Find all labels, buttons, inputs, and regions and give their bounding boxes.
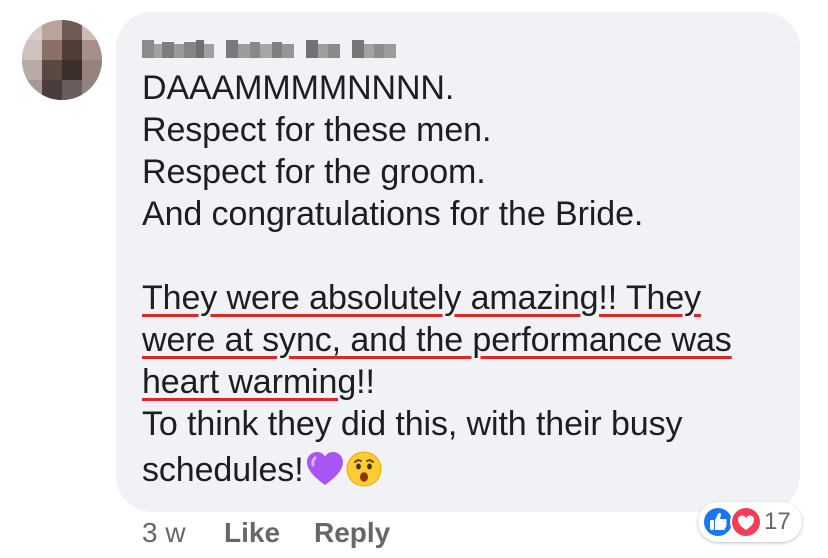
like-button[interactable]: Like: [224, 514, 280, 552]
comment-line-with-emojis: schedules!: [142, 450, 382, 496]
reaction-count: 17: [764, 508, 791, 535]
comment-line-mixed: heart warming!!: [142, 362, 375, 402]
underlined-comment-line: were at sync, and the performance was: [142, 321, 732, 359]
timestamp[interactable]: 3 w: [142, 514, 186, 552]
author-name[interactable]: Francis Denise Bee Jean: [142, 36, 488, 62]
reactions-summary[interactable]: 17: [698, 502, 802, 542]
avatar[interactable]: [22, 20, 102, 100]
love-reaction-icon: [730, 506, 762, 543]
astonished-face-icon: [346, 451, 382, 496]
comment-text: schedules!: [142, 451, 304, 489]
comment-container: Francis Denise Bee Jean DAAAMMMMNNNN. Re…: [0, 0, 828, 558]
purple-heart-icon: [306, 451, 344, 496]
comment-line: Respect for these men.: [142, 111, 492, 149]
reply-button[interactable]: Reply: [314, 514, 390, 552]
comment-line: DAAAMMMMNNNN.: [142, 69, 455, 107]
comment-line: Respect for the groom.: [142, 153, 486, 191]
underlined-comment-line: They were absolutely amazing!! They: [142, 279, 702, 317]
comment-text: !!: [356, 363, 375, 401]
underlined-comment-text: heart warming: [142, 363, 357, 401]
comment-line: And congratulations for the Bride.: [142, 195, 644, 233]
blurred-name-image: [142, 40, 396, 58]
pixelated-avatar-image: [22, 20, 102, 100]
comment-line: To think they did this, with their busy: [142, 405, 683, 443]
